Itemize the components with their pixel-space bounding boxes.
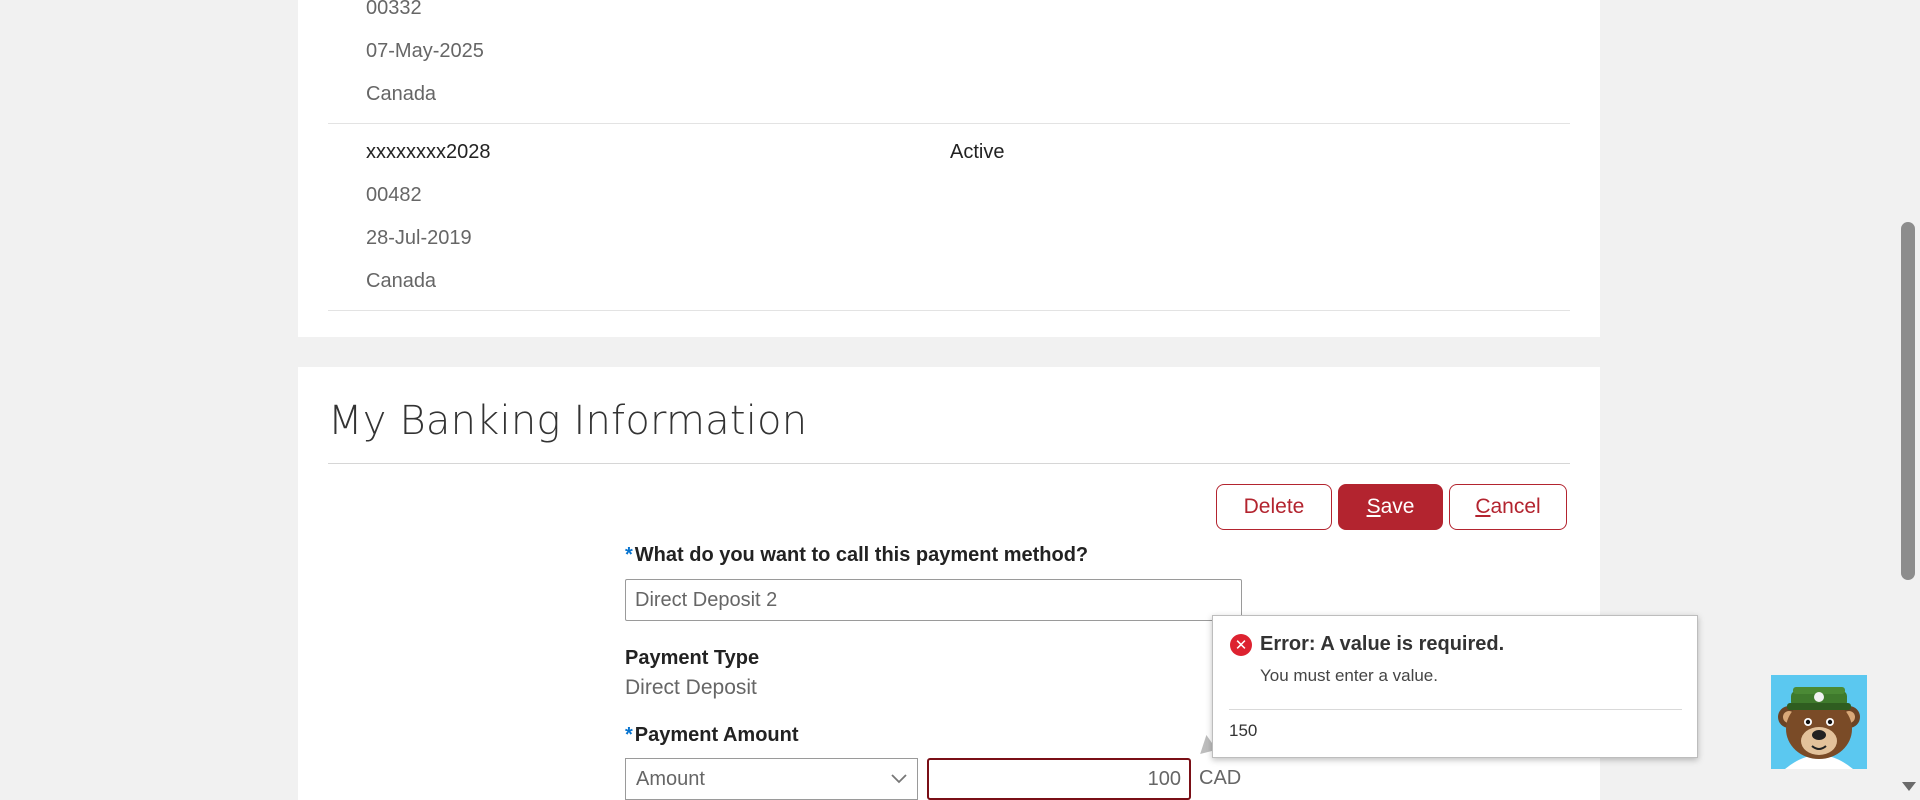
bear-mascot-avatar[interactable] [1771,675,1867,769]
error-circle-icon: ✕ [1230,634,1252,656]
bear-mascot-icon [1771,675,1867,769]
cancel-button[interactable]: Cancel [1449,484,1567,530]
scroll-down-arrow-icon[interactable] [1902,782,1916,791]
save-accesskey: S [1366,495,1381,518]
payment-amount-label: * Payment Amount [625,724,799,746]
account-country: Canada [366,83,437,105]
payment-type-value: Direct Deposit [625,676,757,699]
section-divider [328,463,1570,464]
payment-method-name-input[interactable]: Direct Deposit 2 [625,579,1242,621]
accounts-list-card: 00332 07-May-2025 Canada xxxxxxxx2028 Ac… [298,0,1600,337]
account-number: xxxxxxxx2028 [366,141,491,163]
account-date: 07-May-2025 [366,40,484,62]
error-message-popup: ✕ Error: A value is required. You must e… [1212,615,1698,758]
popup-hint-value: 150 [1229,721,1258,740]
currency-code: CAD [1199,767,1242,789]
account-transit: 00332 [366,0,422,19]
save-label-rest: ave [1380,495,1415,518]
account-row: 00332 07-May-2025 Canada [328,0,1570,124]
scrollbar-thumb[interactable] [1901,222,1915,580]
section-title: My Banking Information [328,398,808,444]
account-date: 28-Jul-2019 [366,227,472,249]
delete-button[interactable]: Delete [1216,484,1332,530]
popup-divider [1229,709,1682,710]
amount-type-value: Amount [636,767,705,790]
required-marker: * [625,724,633,746]
amount-type-select[interactable]: Amount [625,758,918,800]
error-message: You must enter a value. [1260,666,1438,685]
chevron-down-icon [891,774,907,784]
cancel-accesskey: C [1475,495,1491,518]
payment-method-name-label: * What do you want to call this payment m… [625,544,1089,566]
account-status: Active [950,141,1005,163]
account-row: xxxxxxxx2028 Active 00482 28-Jul-2019 Ca… [328,123,1570,311]
error-title: Error: A value is required. [1260,633,1505,655]
cancel-label-rest: ancel [1490,495,1541,518]
payment-amount-input[interactable]: 100 [927,758,1191,800]
required-marker: * [625,544,633,566]
save-button[interactable]: Save [1338,484,1443,530]
account-country: Canada [366,270,437,292]
account-transit: 00482 [366,184,422,206]
payment-type-label: Payment Type [625,647,760,669]
